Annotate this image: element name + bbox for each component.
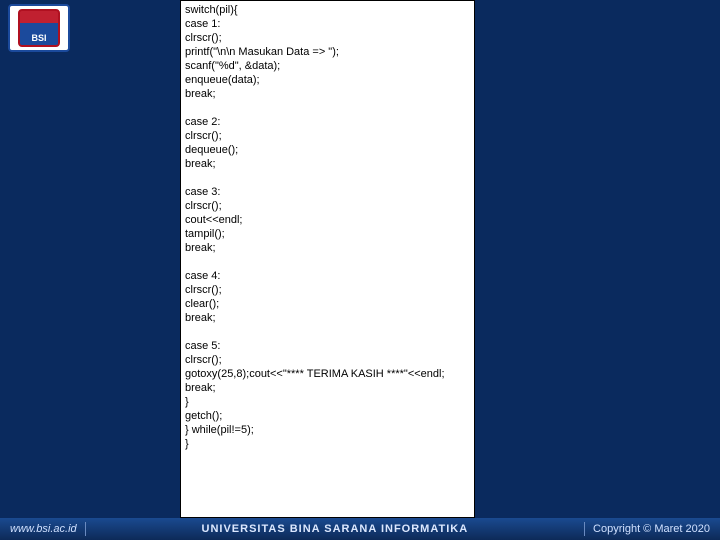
- org-name: UNIVERSITAS BINA SARANA INFORMATIKA: [94, 523, 576, 535]
- code-sheet: switch(pil){ case 1: clrscr(); printf("\…: [180, 0, 475, 518]
- divider: [85, 522, 86, 536]
- logo-inner: [18, 9, 60, 47]
- code-block: switch(pil){ case 1: clrscr(); printf("\…: [185, 3, 470, 451]
- copyright-text: Copyright © Maret 2020: [593, 523, 710, 535]
- footer-bar: www.bsi.ac.id UNIVERSITAS BINA SARANA IN…: [0, 518, 720, 540]
- site-url: www.bsi.ac.id: [10, 523, 77, 535]
- logo-badge: [8, 4, 70, 52]
- divider: [584, 522, 585, 536]
